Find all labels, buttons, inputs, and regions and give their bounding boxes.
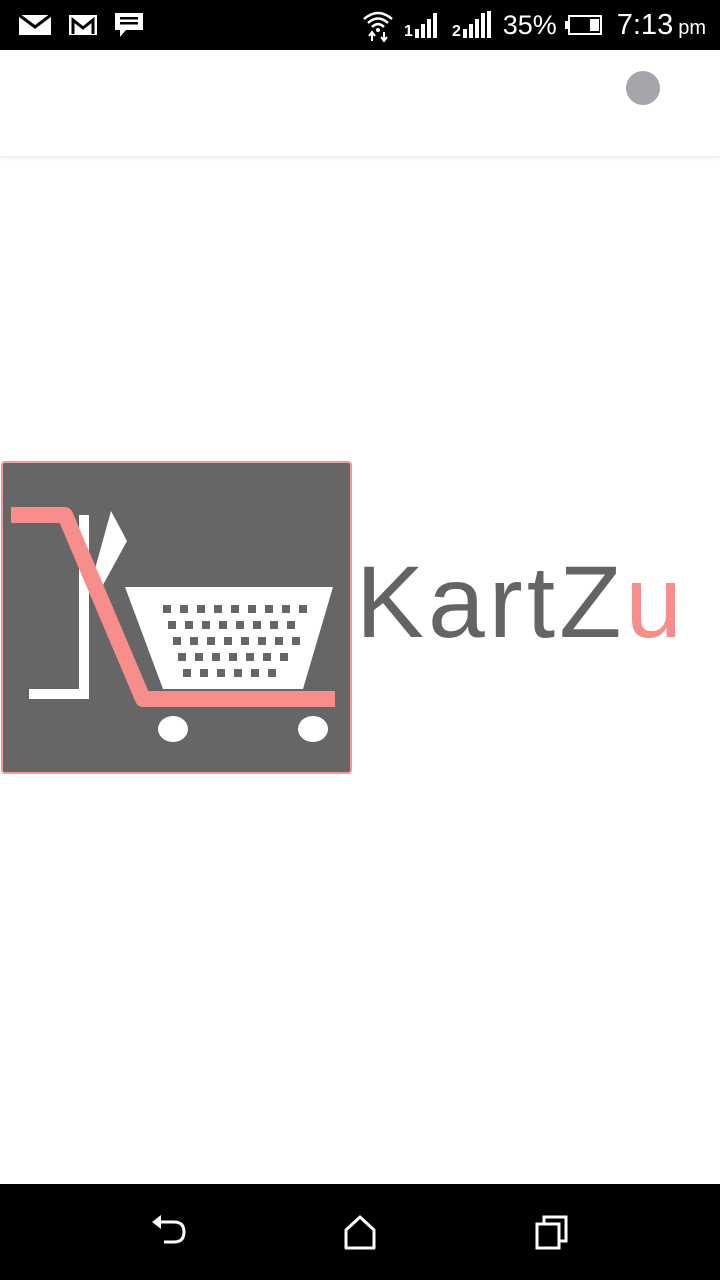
svg-text:1: 1 <box>404 23 413 40</box>
shopping-cart-icon <box>11 507 335 742</box>
clock: 7:13 pm <box>617 9 706 42</box>
gmail-icon <box>68 12 98 38</box>
kartzu-logo: KartZu <box>0 460 720 774</box>
basket-grid-hole <box>268 669 276 677</box>
basket-grid-hole <box>214 605 222 613</box>
recent-apps-button[interactable] <box>532 1212 572 1252</box>
wifi-icon <box>361 8 395 42</box>
basket-grid-hole <box>246 653 254 661</box>
basket-grid-hole <box>248 605 256 613</box>
basket-grid-hole <box>197 605 205 613</box>
basket-grid-hole <box>173 637 181 645</box>
basket-grid-hole <box>299 605 307 613</box>
basket-grid-hole <box>183 669 191 677</box>
basket-grid-hole <box>185 621 193 629</box>
svg-text:2: 2 <box>452 23 461 40</box>
basket-grid-hole <box>263 653 271 661</box>
cart-logo-box <box>1 461 352 774</box>
k-diagonal-stroke <box>95 511 127 585</box>
basket-grid-hole <box>265 605 273 613</box>
back-button[interactable] <box>148 1212 188 1252</box>
message-icon <box>114 11 144 39</box>
app-bar <box>0 50 720 157</box>
clock-time: 7:13 <box>616 8 674 41</box>
basket-grid-hole <box>190 637 198 645</box>
basket-grid-hole <box>217 669 225 677</box>
basket-grid-hole <box>280 653 288 661</box>
brand-name-part1: KartZ <box>356 545 626 659</box>
basket-grid-hole <box>234 669 242 677</box>
basket-grid-hole <box>178 653 186 661</box>
back-icon <box>152 1215 186 1244</box>
basket-grid-hole <box>202 621 210 629</box>
notification-icons <box>18 10 144 40</box>
basket-grid-hole <box>163 605 171 613</box>
basket-grid-hole <box>229 653 237 661</box>
basket-grid-hole <box>231 605 239 613</box>
basket-grid-hole <box>219 621 227 629</box>
status-bar: 1 2 35% 7:13 pm <box>0 0 720 50</box>
basket-grid-hole <box>236 621 244 629</box>
basket-grid-hole <box>251 669 259 677</box>
brand-name-part2: u <box>625 545 687 659</box>
mail-icon <box>18 12 52 38</box>
basket-grid-hole <box>195 653 203 661</box>
avatar[interactable] <box>626 71 660 105</box>
basket-grid-hole <box>258 637 266 645</box>
basket-grid-hole <box>253 621 261 629</box>
basket-grid-hole <box>287 621 295 629</box>
basket-grid-hole <box>200 669 208 677</box>
battery-percent: 35% <box>502 9 557 40</box>
basket-grid-hole <box>241 637 249 645</box>
cart-wheel-right <box>298 716 328 742</box>
cart-wheel-left <box>158 716 188 742</box>
basket-grid-hole <box>212 653 220 661</box>
basket-grid-hole <box>282 605 290 613</box>
system-status: 1 2 35% 7:13 pm <box>361 0 706 50</box>
basket-grid-hole <box>275 637 283 645</box>
clock-suffix: pm <box>678 16 706 39</box>
home-button[interactable] <box>340 1212 380 1252</box>
basket-grid-hole <box>224 637 232 645</box>
home-icon <box>344 1215 376 1250</box>
recent-apps-icon <box>535 1215 568 1250</box>
navigation-bar <box>0 1184 720 1280</box>
brand-name: KartZu <box>356 542 686 662</box>
sim2-signal-icon: 2 <box>451 9 493 41</box>
basket-grid-hole <box>168 621 176 629</box>
basket-grid-hole <box>207 637 215 645</box>
basket-grid-hole <box>180 605 188 613</box>
battery-icon <box>564 14 603 36</box>
sim1-signal-icon: 1 <box>403 9 443 41</box>
basket-grid-hole <box>270 621 278 629</box>
basket-grid-hole <box>292 637 300 645</box>
